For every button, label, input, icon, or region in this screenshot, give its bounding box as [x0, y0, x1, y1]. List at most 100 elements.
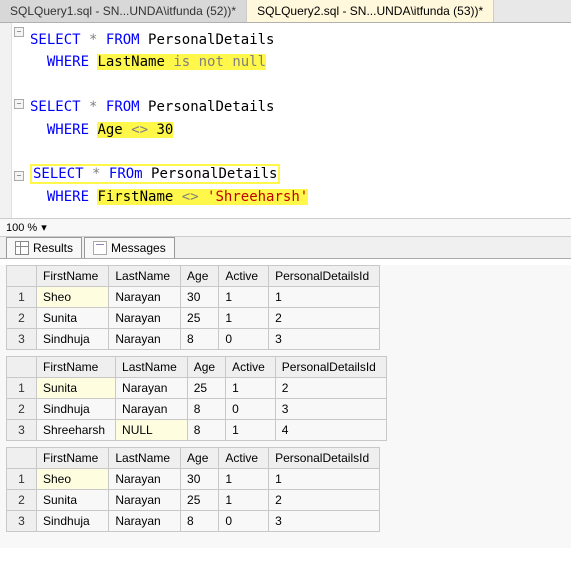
cell[interactable]: 4 [275, 420, 386, 441]
column-header[interactable]: FirstName [37, 357, 116, 378]
cell[interactable]: Sindhuja [37, 329, 109, 350]
tab-query2[interactable]: SQLQuery2.sql - SN...UNDA\itfunda (53))* [247, 0, 494, 22]
cell[interactable]: Sindhuja [37, 511, 109, 532]
cell[interactable]: Shreeharsh [37, 420, 116, 441]
row-number[interactable]: 1 [7, 469, 37, 490]
row-number[interactable]: 2 [7, 490, 37, 511]
result-grid: FirstNameLastNameAgeActivePersonalDetail… [6, 265, 565, 350]
cell[interactable]: 2 [269, 490, 380, 511]
sql-line: SELECT * FROM PersonalDetails [30, 29, 567, 51]
cell[interactable]: 25 [181, 490, 219, 511]
row-number[interactable]: 2 [7, 308, 37, 329]
results-pane: FirstNameLastNameAgeActivePersonalDetail… [0, 265, 571, 548]
cell[interactable]: 3 [275, 399, 386, 420]
cell[interactable]: 1 [226, 420, 276, 441]
row-header-corner [7, 266, 37, 287]
tab-results[interactable]: Results [6, 237, 82, 258]
column-header[interactable]: PersonalDetailsId [269, 266, 380, 287]
cell[interactable]: Sindhuja [37, 399, 116, 420]
tab-query1[interactable]: SQLQuery1.sql - SN...UNDA\itfunda (52))* [0, 0, 247, 22]
grid-icon [15, 241, 29, 255]
sql-line: WHERE LastName is not null [30, 51, 567, 73]
column-header[interactable]: Age [181, 266, 219, 287]
cell[interactable]: 3 [269, 329, 380, 350]
cell[interactable]: Sunita [37, 378, 116, 399]
cell[interactable]: Sheo [37, 469, 109, 490]
sql-editor[interactable]: − SELECT * FROM PersonalDetails WHERE La… [0, 23, 571, 218]
sql-line: SELECT * FROM PersonalDetails [30, 96, 567, 118]
tab-results-label: Results [33, 241, 73, 255]
column-header[interactable]: FirstName [37, 266, 109, 287]
row-number[interactable]: 1 [7, 287, 37, 308]
sql-line: SELECT * FROm PersonalDetails [30, 163, 567, 185]
cell[interactable]: 1 [219, 308, 269, 329]
cell[interactable]: 8 [181, 511, 219, 532]
cell[interactable]: 25 [187, 378, 225, 399]
column-header[interactable]: PersonalDetailsId [275, 357, 386, 378]
cell[interactable]: Sunita [37, 490, 109, 511]
cell[interactable]: 1 [219, 490, 269, 511]
cell[interactable]: Narayan [116, 378, 188, 399]
column-header[interactable]: LastName [109, 266, 181, 287]
cell[interactable]: Narayan [109, 329, 181, 350]
row-number[interactable]: 2 [7, 399, 37, 420]
cell[interactable]: 2 [269, 308, 380, 329]
column-header[interactable]: FirstName [37, 448, 109, 469]
cell[interactable]: 8 [187, 420, 225, 441]
row-header-corner [7, 448, 37, 469]
column-header[interactable]: PersonalDetailsId [269, 448, 380, 469]
cell[interactable]: 30 [181, 469, 219, 490]
cell[interactable]: 8 [181, 329, 219, 350]
zoom-dropdown-icon[interactable]: ▾ [41, 221, 47, 234]
tab-messages-label: Messages [111, 241, 166, 255]
row-number[interactable]: 1 [7, 378, 37, 399]
column-header[interactable]: Active [219, 266, 269, 287]
cell[interactable]: Narayan [109, 308, 181, 329]
result-grid: FirstNameLastNameAgeActivePersonalDetail… [6, 447, 565, 532]
tab-messages[interactable]: Messages [84, 237, 175, 258]
cell[interactable]: 3 [269, 511, 380, 532]
zoom-value: 100 % [6, 222, 37, 234]
row-header-corner [7, 357, 37, 378]
sql-line: WHERE Age <> 30 [30, 119, 567, 141]
fold-icon[interactable]: − [14, 171, 24, 181]
cell[interactable]: 1 [269, 287, 380, 308]
cell[interactable]: 25 [181, 308, 219, 329]
editor-gutter [0, 23, 12, 218]
cell[interactable]: 0 [219, 329, 269, 350]
result-tabs: Results Messages [0, 237, 571, 259]
cell[interactable]: 1 [226, 378, 276, 399]
column-header[interactable]: Age [187, 357, 225, 378]
cell[interactable]: 0 [219, 511, 269, 532]
fold-icon[interactable]: − [14, 99, 24, 109]
cell[interactable]: NULL [116, 420, 188, 441]
zoom-bar: 100 % ▾ [0, 218, 571, 237]
cell[interactable]: Narayan [116, 399, 188, 420]
column-header[interactable]: LastName [116, 357, 188, 378]
cell[interactable]: 1 [219, 287, 269, 308]
column-header[interactable]: Active [219, 448, 269, 469]
editor-tabs: SQLQuery1.sql - SN...UNDA\itfunda (52))*… [0, 0, 571, 23]
result-grid: FirstNameLastNameAgeActivePersonalDetail… [6, 356, 565, 441]
row-number[interactable]: 3 [7, 511, 37, 532]
cell[interactable]: Sheo [37, 287, 109, 308]
cell[interactable]: 1 [269, 469, 380, 490]
cell[interactable]: 2 [275, 378, 386, 399]
cell[interactable]: 8 [187, 399, 225, 420]
cell[interactable]: 1 [219, 469, 269, 490]
column-header[interactable]: Active [226, 357, 276, 378]
fold-icon[interactable]: − [14, 27, 24, 37]
cell[interactable]: Narayan [109, 287, 181, 308]
cell[interactable]: 30 [181, 287, 219, 308]
cell[interactable]: Narayan [109, 490, 181, 511]
cell[interactable]: Narayan [109, 511, 181, 532]
messages-icon [93, 241, 107, 255]
row-number[interactable]: 3 [7, 329, 37, 350]
row-number[interactable]: 3 [7, 420, 37, 441]
column-header[interactable]: LastName [109, 448, 181, 469]
cell[interactable]: Sunita [37, 308, 109, 329]
column-header[interactable]: Age [181, 448, 219, 469]
sql-line: WHERE FirstName <> 'Shreeharsh' [30, 186, 567, 208]
cell[interactable]: Narayan [109, 469, 181, 490]
cell[interactable]: 0 [226, 399, 276, 420]
